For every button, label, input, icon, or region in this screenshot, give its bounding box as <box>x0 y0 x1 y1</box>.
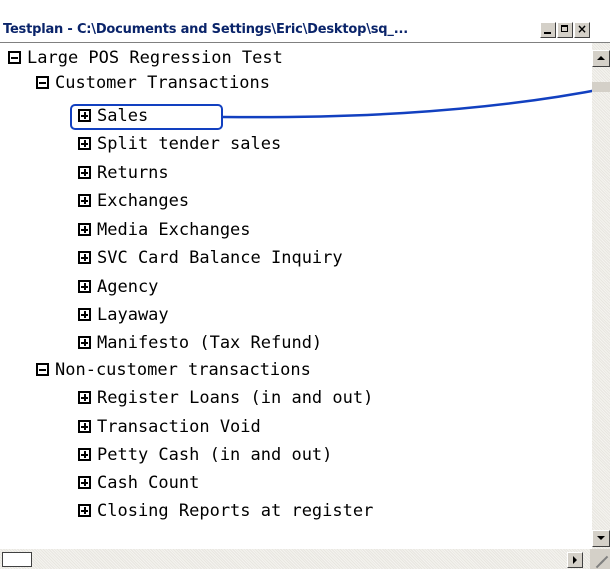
scroll-down-icon[interactable] <box>592 530 610 547</box>
tree-item-label: SVC Card Balance Inquiry <box>97 248 343 268</box>
expand-icon[interactable] <box>78 504 91 517</box>
expand-icon[interactable] <box>78 166 91 179</box>
tree-item-label: Non-customer transactions <box>55 360 311 380</box>
expand-icon[interactable] <box>78 391 91 404</box>
collapse-icon[interactable] <box>36 363 49 376</box>
tree-item[interactable]: Customer Transactions <box>36 71 270 95</box>
expand-icon[interactable] <box>78 476 91 489</box>
sales-highlight-box <box>70 104 223 130</box>
tree-item[interactable]: Register Loans (in and out) <box>78 386 373 410</box>
expand-icon[interactable] <box>78 448 91 461</box>
tree-item-label: Layaway <box>97 305 169 325</box>
tree-item[interactable]: Media Exchanges <box>78 218 251 242</box>
tree-item[interactable]: Closing Reports at register <box>78 499 373 523</box>
tree-item-label: Register Loans (in and out) <box>97 388 374 408</box>
tree-item-label: Agency <box>97 277 159 297</box>
tree-item-label: Transaction Void <box>97 417 261 437</box>
tree-item-label: Manifesto (Tax Refund) <box>97 333 323 353</box>
expand-icon[interactable] <box>78 251 91 264</box>
tree-item-label: Exchanges <box>97 191 190 211</box>
scroll-up-icon[interactable] <box>592 50 610 67</box>
horizontal-scroll-thumb[interactable] <box>2 552 32 567</box>
expand-icon[interactable] <box>78 308 91 321</box>
expand-icon[interactable] <box>78 280 91 293</box>
resize-grip[interactable] <box>590 549 610 569</box>
grip-line <box>595 559 605 569</box>
tree-item-label: Cash Count <box>97 473 200 493</box>
collapse-icon[interactable] <box>36 76 49 89</box>
title-bar[interactable]: Testplan - C:\Documents and Settings\Eri… <box>0 20 610 42</box>
testplan-window: Testplan - C:\Documents and Settings\Eri… <box>0 0 610 575</box>
tree-item-label: Returns <box>97 163 169 183</box>
minimize-icon[interactable] <box>540 22 556 38</box>
window-title: Testplan - C:\Documents and Settings\Eri… <box>3 22 408 37</box>
tree-item[interactable]: Large POS Regression Test <box>8 46 283 70</box>
tree-item-label: Media Exchanges <box>97 220 251 240</box>
tree-item[interactable]: Agency <box>78 275 158 299</box>
tree-item[interactable]: Petty Cash (in and out) <box>78 443 332 467</box>
expand-icon[interactable] <box>78 194 91 207</box>
maximize-icon[interactable] <box>557 22 573 38</box>
scroll-thumb[interactable] <box>592 82 610 92</box>
tree-item-label: Large POS Regression Test <box>27 48 283 68</box>
tree-item[interactable]: Exchanges <box>78 189 189 213</box>
expand-icon[interactable] <box>78 137 91 150</box>
collapse-icon[interactable] <box>8 51 21 64</box>
tree-item[interactable]: SVC Card Balance Inquiry <box>78 246 343 270</box>
tree-item[interactable]: Split tender sales <box>78 132 281 156</box>
vertical-scrollbar[interactable] <box>592 43 610 549</box>
scroll-right-icon[interactable] <box>567 552 583 568</box>
tree-item[interactable]: Transaction Void <box>78 415 261 439</box>
tree-item[interactable]: Manifesto (Tax Refund) <box>78 331 322 355</box>
tree-item-label: Petty Cash (in and out) <box>97 445 333 465</box>
tree-item[interactable]: Cash Count <box>78 471 199 495</box>
horizontal-scrollbar[interactable] <box>0 549 610 569</box>
expand-icon[interactable] <box>78 420 91 433</box>
tree-item[interactable]: Non-customer transactions <box>36 358 311 382</box>
tree-item[interactable]: Returns <box>78 161 169 185</box>
tree-item-label: Customer Transactions <box>55 73 270 93</box>
tree-item-label: Closing Reports at register <box>97 501 374 521</box>
tree-item-label: Split tender sales <box>97 134 282 154</box>
expand-icon[interactable] <box>78 336 91 349</box>
tree-item[interactable]: Layaway <box>78 303 169 327</box>
close-icon[interactable]: × <box>574 22 590 38</box>
expand-icon[interactable] <box>78 223 91 236</box>
